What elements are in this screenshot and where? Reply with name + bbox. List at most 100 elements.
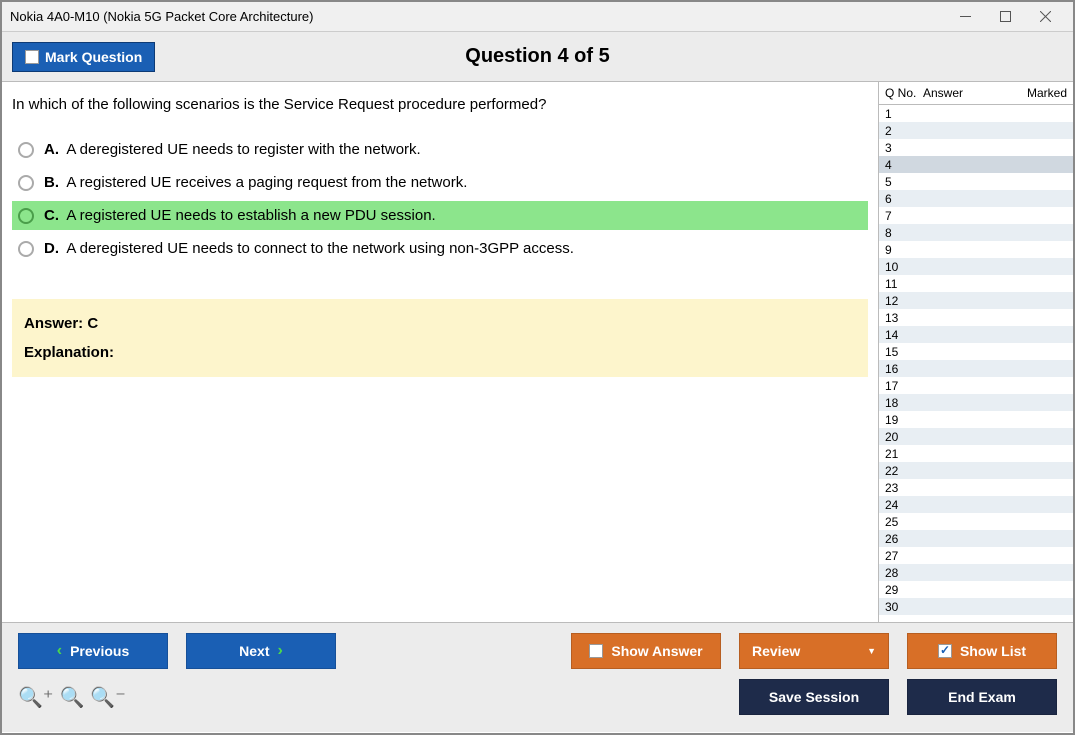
row-qno: 12 xyxy=(885,294,923,308)
choice-text: D. A deregistered UE needs to connect to… xyxy=(44,240,574,257)
row-qno: 20 xyxy=(885,430,923,444)
row-qno: 29 xyxy=(885,583,923,597)
list-row[interactable]: 25 xyxy=(879,513,1073,530)
window-title: Nokia 4A0-M10 (Nokia 5G Packet Core Arch… xyxy=(10,9,945,24)
row-qno: 3 xyxy=(885,141,923,155)
list-row[interactable]: 3 xyxy=(879,139,1073,156)
show-answer-button[interactable]: Show Answer xyxy=(571,633,721,669)
row-qno: 19 xyxy=(885,413,923,427)
list-row[interactable]: 30 xyxy=(879,598,1073,615)
previous-button[interactable]: ‹ Previous xyxy=(18,633,168,669)
row-qno: 26 xyxy=(885,532,923,546)
list-row[interactable]: 27 xyxy=(879,547,1073,564)
maximize-button[interactable] xyxy=(985,3,1025,31)
list-row[interactable]: 5 xyxy=(879,173,1073,190)
list-row[interactable]: 6 xyxy=(879,190,1073,207)
list-row[interactable]: 4 xyxy=(879,156,1073,173)
choice-c[interactable]: C. A registered UE needs to establish a … xyxy=(12,201,868,230)
row-qno: 9 xyxy=(885,243,923,257)
zoom-in-icon[interactable]: 🔍⁺ xyxy=(18,685,53,710)
radio-icon xyxy=(18,175,34,191)
show-list-label: Show List xyxy=(960,643,1026,659)
choice-text: A. A deregistered UE needs to register w… xyxy=(44,141,421,158)
question-text: In which of the following scenarios is t… xyxy=(12,96,868,113)
list-row[interactable]: 12 xyxy=(879,292,1073,309)
row-qno: 13 xyxy=(885,311,923,325)
list-row[interactable]: 29 xyxy=(879,581,1073,598)
row-qno: 16 xyxy=(885,362,923,376)
list-row[interactable]: 24 xyxy=(879,496,1073,513)
list-row[interactable]: 28 xyxy=(879,564,1073,581)
row-qno: 14 xyxy=(885,328,923,342)
choice-text: C. A registered UE needs to establish a … xyxy=(44,207,436,224)
list-row[interactable]: 18 xyxy=(879,394,1073,411)
list-row[interactable]: 13 xyxy=(879,309,1073,326)
row-qno: 1 xyxy=(885,107,923,121)
row-qno: 27 xyxy=(885,549,923,563)
end-exam-label: End Exam xyxy=(948,689,1016,705)
list-row[interactable]: 17 xyxy=(879,377,1073,394)
list-row[interactable]: 19 xyxy=(879,411,1073,428)
radio-icon xyxy=(18,241,34,257)
row-qno: 2 xyxy=(885,124,923,138)
explanation-label: Explanation: xyxy=(24,344,856,361)
show-list-button[interactable]: Show List xyxy=(907,633,1057,669)
list-row[interactable]: 2 xyxy=(879,122,1073,139)
question-counter: Question 4 of 5 xyxy=(2,45,1073,68)
list-row[interactable]: 1 xyxy=(879,105,1073,122)
radio-icon xyxy=(18,142,34,158)
list-row[interactable]: 20 xyxy=(879,428,1073,445)
checkbox-icon xyxy=(25,50,39,64)
list-row[interactable]: 22 xyxy=(879,462,1073,479)
list-row[interactable]: 26 xyxy=(879,530,1073,547)
row-qno: 5 xyxy=(885,175,923,189)
zoom-icon[interactable]: 🔍 xyxy=(59,685,84,710)
chevron-right-icon: › xyxy=(278,642,283,660)
list-row[interactable]: 7 xyxy=(879,207,1073,224)
list-row[interactable]: 16 xyxy=(879,360,1073,377)
choice-d[interactable]: D. A deregistered UE needs to connect to… xyxy=(12,234,868,263)
save-session-button[interactable]: Save Session xyxy=(739,679,889,715)
list-row[interactable]: 8 xyxy=(879,224,1073,241)
list-row[interactable]: 11 xyxy=(879,275,1073,292)
close-button[interactable] xyxy=(1025,3,1065,31)
list-row[interactable]: 14 xyxy=(879,326,1073,343)
choice-a[interactable]: A. A deregistered UE needs to register w… xyxy=(12,135,868,164)
list-row[interactable]: 23 xyxy=(879,479,1073,496)
next-button[interactable]: Next › xyxy=(186,633,336,669)
list-row[interactable]: 21 xyxy=(879,445,1073,462)
zoom-out-icon[interactable]: 🔍⁻ xyxy=(90,685,125,710)
content-area: In which of the following scenarios is t… xyxy=(2,82,1073,622)
checkbox-icon xyxy=(589,644,603,658)
mark-question-button[interactable]: Mark Question xyxy=(12,42,155,72)
question-list-panel: Q No. Answer Marked 12345678910111213141… xyxy=(878,82,1073,622)
titlebar: Nokia 4A0-M10 (Nokia 5G Packet Core Arch… xyxy=(2,2,1073,32)
header-bar: Mark Question Question 4 of 5 xyxy=(2,32,1073,82)
list-header: Q No. Answer Marked xyxy=(879,82,1073,105)
question-list[interactable]: 1234567891011121314151617181920212223242… xyxy=(879,105,1073,622)
row-qno: 6 xyxy=(885,192,923,206)
review-label: Review xyxy=(752,643,800,659)
review-dropdown[interactable]: Review ▼ xyxy=(739,633,889,669)
list-row[interactable]: 15 xyxy=(879,343,1073,360)
chevron-down-icon: ▼ xyxy=(867,646,876,656)
next-label: Next xyxy=(239,643,269,659)
row-qno: 18 xyxy=(885,396,923,410)
previous-label: Previous xyxy=(70,643,129,659)
footer-bar: ‹ Previous Next › Show Answer Review ▼ S… xyxy=(2,622,1073,732)
row-qno: 11 xyxy=(885,277,923,291)
radio-icon xyxy=(18,208,34,224)
end-exam-button[interactable]: End Exam xyxy=(907,679,1057,715)
list-row[interactable]: 9 xyxy=(879,241,1073,258)
list-row[interactable]: 10 xyxy=(879,258,1073,275)
choice-b[interactable]: B. A registered UE receives a paging req… xyxy=(12,168,868,197)
row-qno: 23 xyxy=(885,481,923,495)
chevron-left-icon: ‹ xyxy=(57,642,62,660)
row-qno: 7 xyxy=(885,209,923,223)
answer-label: Answer: C xyxy=(24,315,856,332)
checkbox-checked-icon xyxy=(938,644,952,658)
answer-box: Answer: C Explanation: xyxy=(12,299,868,377)
col-qno: Q No. xyxy=(885,86,923,100)
minimize-button[interactable] xyxy=(945,3,985,31)
row-qno: 17 xyxy=(885,379,923,393)
